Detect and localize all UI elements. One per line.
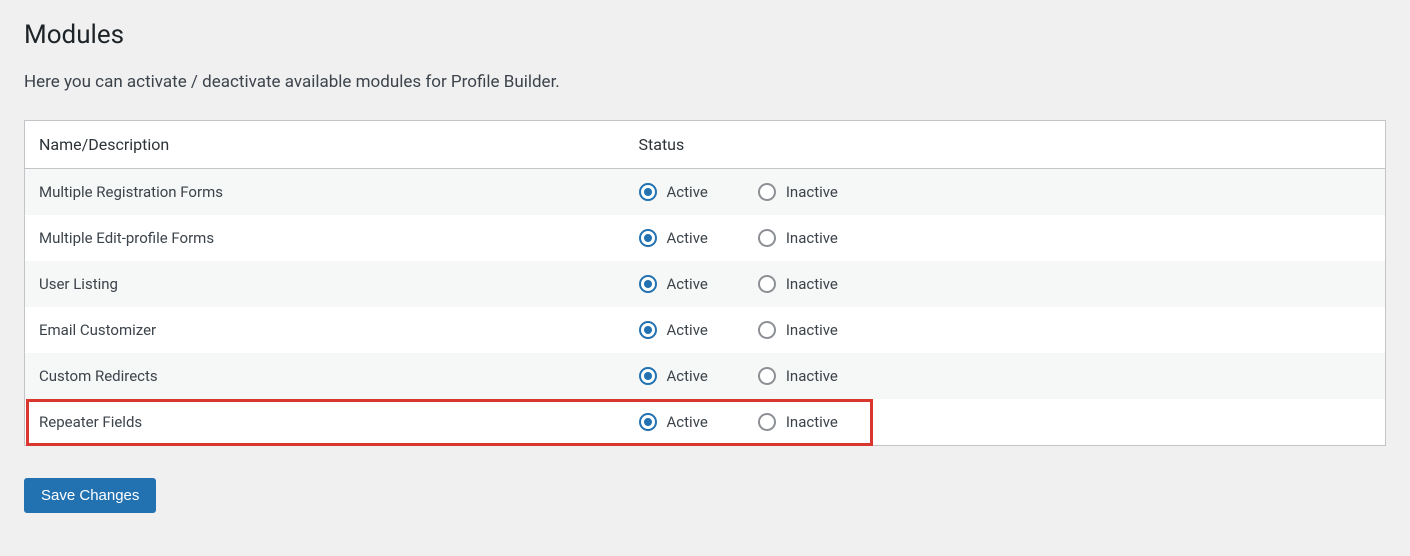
radio-label-inactive: Inactive — [786, 413, 838, 431]
radio-label-active: Active — [667, 367, 708, 385]
radio-icon — [758, 413, 776, 431]
radio-option-inactive[interactable]: Inactive — [758, 275, 838, 293]
radio-icon — [758, 183, 776, 201]
header-name: Name/Description — [25, 121, 625, 169]
page-title: Modules — [24, 20, 1386, 50]
radio-label-active: Active — [667, 321, 708, 339]
radio-icon — [758, 229, 776, 247]
module-status-cell: Active Inactive — [625, 353, 1386, 399]
save-button[interactable]: Save Changes — [24, 478, 156, 513]
modules-table: Name/Description Status Multiple Registr… — [24, 120, 1386, 446]
radio-label-inactive: Inactive — [786, 183, 838, 201]
radio-label-active: Active — [667, 183, 708, 201]
module-status-cell: Active Inactive — [625, 399, 1386, 446]
status-radio-group: Active Inactive — [639, 367, 1372, 385]
radio-option-inactive[interactable]: Inactive — [758, 367, 838, 385]
module-name: Repeater Fields — [25, 399, 625, 446]
module-status-cell: Active Inactive — [625, 261, 1386, 307]
radio-label-inactive: Inactive — [786, 275, 838, 293]
module-status-cell: Active Inactive — [625, 169, 1386, 216]
module-status-cell: Active Inactive — [625, 215, 1386, 261]
radio-label-inactive: Inactive — [786, 229, 838, 247]
radio-icon — [639, 275, 657, 293]
radio-icon — [639, 229, 657, 247]
status-radio-group: Active Inactive — [639, 229, 1372, 247]
radio-label-active: Active — [667, 229, 708, 247]
table-row: Multiple Registration Forms Active Inactiv… — [25, 169, 1386, 216]
status-radio-group: Active Inactive — [639, 321, 1372, 339]
module-name: Custom Redirects — [25, 353, 625, 399]
radio-option-inactive[interactable]: Inactive — [758, 183, 838, 201]
radio-label-inactive: Inactive — [786, 367, 838, 385]
table-row: Multiple Edit-profile Forms Active Inactiv… — [25, 215, 1386, 261]
radio-option-active[interactable]: Active — [639, 183, 708, 201]
table-row: User Listing Active Inactive — [25, 261, 1386, 307]
radio-option-inactive[interactable]: Inactive — [758, 229, 838, 247]
radio-icon — [639, 321, 657, 339]
radio-icon — [639, 413, 657, 431]
table-row: Email Customizer Active Inactive — [25, 307, 1386, 353]
module-name: Email Customizer — [25, 307, 625, 353]
radio-icon — [758, 275, 776, 293]
header-status: Status — [625, 121, 1386, 169]
page-description: Here you can activate / deactivate avail… — [24, 72, 1386, 92]
radio-icon — [639, 183, 657, 201]
radio-option-inactive[interactable]: Inactive — [758, 321, 838, 339]
radio-label-active: Active — [667, 275, 708, 293]
module-name: Multiple Registration Forms — [25, 169, 625, 216]
status-radio-group: Active Inactive — [639, 183, 1372, 201]
radio-option-active[interactable]: Active — [639, 321, 708, 339]
modules-table-wrap: Name/Description Status Multiple Registr… — [24, 120, 1386, 446]
module-status-cell: Active Inactive — [625, 307, 1386, 353]
radio-icon — [758, 367, 776, 385]
radio-icon — [639, 367, 657, 385]
radio-icon — [758, 321, 776, 339]
radio-option-active[interactable]: Active — [639, 275, 708, 293]
radio-label-inactive: Inactive — [786, 321, 838, 339]
radio-option-inactive[interactable]: Inactive — [758, 413, 838, 431]
table-row: Custom Redirects Active Inactive — [25, 353, 1386, 399]
module-name: Multiple Edit-profile Forms — [25, 215, 625, 261]
status-radio-group: Active Inactive — [639, 413, 1372, 431]
radio-option-active[interactable]: Active — [639, 413, 708, 431]
radio-option-active[interactable]: Active — [639, 229, 708, 247]
status-radio-group: Active Inactive — [639, 275, 1372, 293]
radio-label-active: Active — [667, 413, 708, 431]
radio-option-active[interactable]: Active — [639, 367, 708, 385]
module-name: User Listing — [25, 261, 625, 307]
table-row: Repeater Fields Active Inactive — [25, 399, 1386, 446]
